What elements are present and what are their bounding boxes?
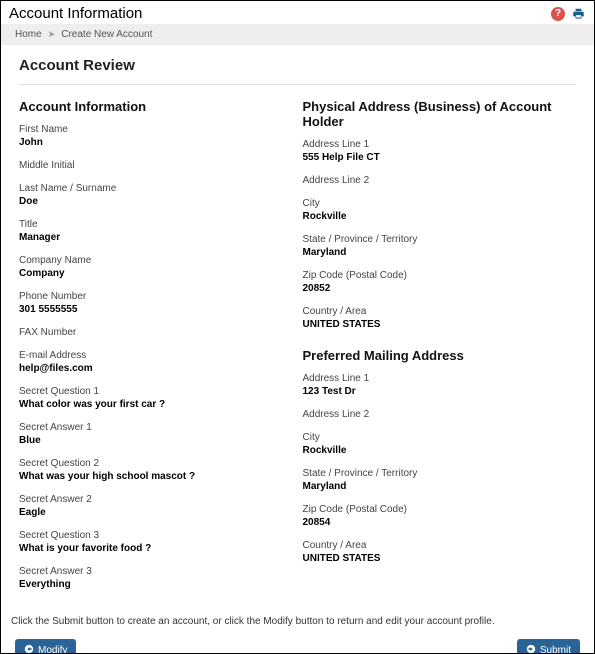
mailing-heading: Preferred Mailing Address: [303, 348, 577, 363]
help-icon[interactable]: ?: [551, 7, 565, 21]
header-title: Account Information: [9, 5, 551, 22]
chevron-right-icon: ➤: [48, 29, 56, 40]
phys-city-label: City: [303, 198, 577, 209]
email-value: help@files.com: [19, 363, 293, 374]
sq1-label: Secret Question 1: [19, 386, 293, 397]
sq1-value: What color was your first car ?: [19, 399, 293, 410]
submit-button-label: Submit: [540, 645, 571, 654]
company-value: Company: [19, 268, 293, 279]
mail-state-label: State / Province / Territory: [303, 468, 577, 479]
header-actions: ?: [551, 7, 586, 21]
header: Account Information ?: [1, 1, 594, 24]
title-value: Manager: [19, 232, 293, 243]
submit-button[interactable]: Submit: [517, 639, 580, 654]
mail-addr1-value: 123 Test Dr: [303, 386, 577, 397]
email-label: E-mail Address: [19, 350, 293, 361]
sq3-value: What is your favorite food ?: [19, 543, 293, 554]
divider: [19, 84, 576, 85]
phys-zip-value: 20852: [303, 283, 577, 294]
sq3-label: Secret Question 3: [19, 530, 293, 541]
sq2-label: Secret Question 2: [19, 458, 293, 469]
fax-label: FAX Number: [19, 327, 293, 338]
phys-addr2-label: Address Line 2: [303, 175, 577, 186]
phys-addr1-label: Address Line 1: [303, 139, 577, 150]
mail-addr2-label: Address Line 2: [303, 409, 577, 420]
last-name-value: Doe: [19, 196, 293, 207]
title-label: Title: [19, 219, 293, 230]
breadcrumb-current: Create New Account: [61, 29, 152, 40]
phys-city-value: Rockville: [303, 211, 577, 222]
first-name-label: First Name: [19, 124, 293, 135]
sa1-label: Secret Answer 1: [19, 422, 293, 433]
phys-zip-label: Zip Code (Postal Code): [303, 270, 577, 281]
app-window: Account Information ? Home ➤ Create New …: [0, 0, 595, 654]
phys-country-label: Country / Area: [303, 306, 577, 317]
sa2-label: Secret Answer 2: [19, 494, 293, 505]
company-label: Company Name: [19, 255, 293, 266]
mail-zip-label: Zip Code (Postal Code): [303, 504, 577, 515]
middle-initial-label: Middle Initial: [19, 160, 293, 171]
mail-country-label: Country / Area: [303, 540, 577, 551]
arrow-right-icon: [526, 644, 536, 654]
modify-button-label: Modify: [38, 645, 67, 654]
sa3-label: Secret Answer 3: [19, 566, 293, 577]
print-icon[interactable]: [571, 7, 586, 21]
phone-value: 301 5555555: [19, 304, 293, 315]
page-title: Account Review: [19, 57, 576, 74]
mail-city-value: Rockville: [303, 445, 577, 456]
address-section: Physical Address (Business) of Account H…: [303, 99, 577, 602]
sq2-value: What was your high school mascot ?: [19, 471, 293, 482]
phys-country-value: UNITED STATES: [303, 319, 577, 330]
sa3-value: Everything: [19, 579, 293, 590]
account-info-heading: Account Information: [19, 99, 293, 114]
phys-addr1-value: 555 Help File CT: [303, 152, 577, 163]
physical-heading: Physical Address (Business) of Account H…: [303, 99, 577, 129]
phys-state-value: Maryland: [303, 247, 577, 258]
columns: Account Information First Name John Middl…: [19, 99, 576, 602]
last-name-label: Last Name / Surname: [19, 183, 293, 194]
mail-addr1-label: Address Line 1: [303, 373, 577, 384]
breadcrumb-home[interactable]: Home: [15, 29, 42, 40]
breadcrumb: Home ➤ Create New Account: [1, 24, 594, 45]
first-name-value: John: [19, 137, 293, 148]
arrow-left-icon: [24, 644, 34, 654]
mail-city-label: City: [303, 432, 577, 443]
phone-label: Phone Number: [19, 291, 293, 302]
modify-button[interactable]: Modify: [15, 639, 76, 654]
phys-state-label: State / Province / Territory: [303, 234, 577, 245]
account-info-section: Account Information First Name John Middl…: [19, 99, 293, 602]
content: Account Review Account Information First…: [1, 45, 594, 610]
instruction-text: Click the Submit button to create an acc…: [1, 610, 594, 635]
mail-zip-value: 20854: [303, 517, 577, 528]
button-row: Modify Submit: [1, 635, 594, 654]
mail-country-value: UNITED STATES: [303, 553, 577, 564]
sa1-value: Blue: [19, 435, 293, 446]
mail-state-value: Maryland: [303, 481, 577, 492]
sa2-value: Eagle: [19, 507, 293, 518]
